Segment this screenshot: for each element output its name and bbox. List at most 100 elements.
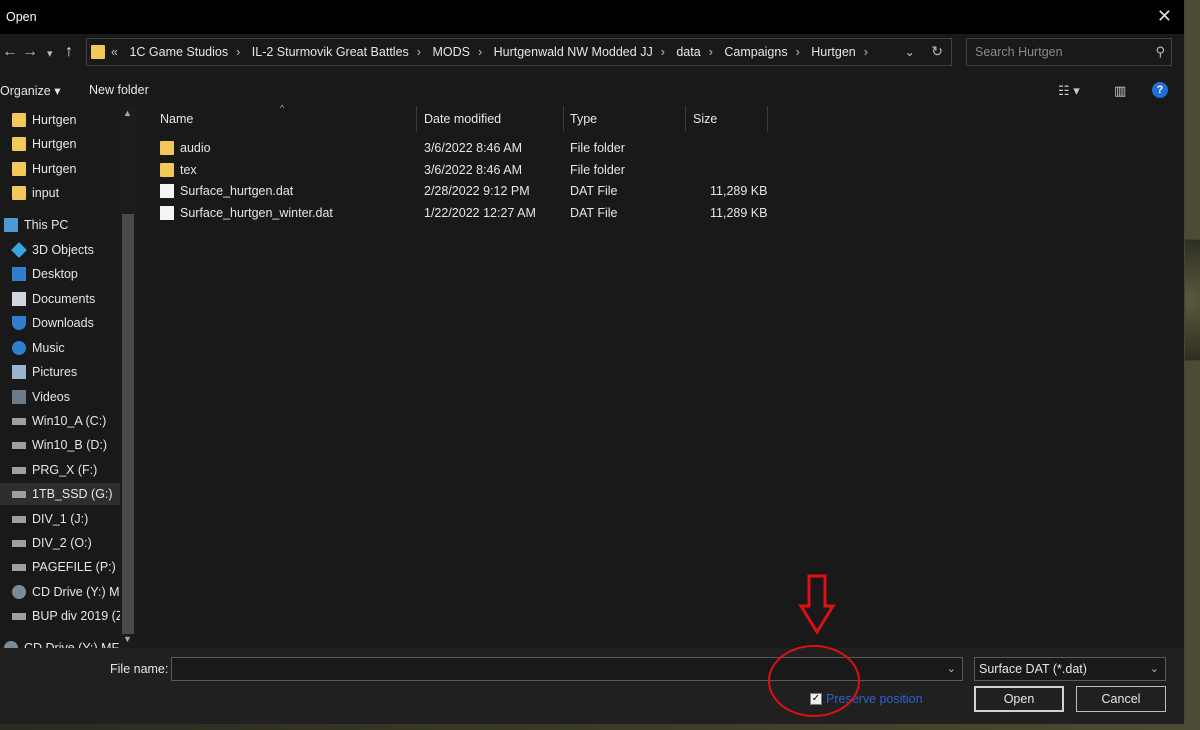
- breadcrumb-sep-icon[interactable]: ›: [709, 45, 713, 59]
- file-row[interactable]: tex 3/6/2022 8:46 AM File folder: [152, 160, 772, 181]
- nav-item[interactable]: Videos: [0, 386, 120, 408]
- nav-item[interactable]: CD Drive (Y:) MFS: [0, 637, 127, 648]
- nav-item[interactable]: 3D Objects: [0, 239, 120, 261]
- nav-item[interactable]: Hurtgen: [0, 109, 120, 131]
- search-input[interactable]: [973, 44, 1147, 60]
- file-row[interactable]: Surface_hurtgen.dat 2/28/2022 9:12 PM DAT …: [152, 181, 772, 202]
- bottom-bar: File name: ⌄ Surface DAT (*.dat) ⌄ ✓ Pre…: [0, 648, 1184, 724]
- breadcrumb-sep-icon[interactable]: ›: [478, 45, 482, 59]
- nav-item[interactable]: Hurtgen: [0, 158, 120, 180]
- nav-item-label: CD Drive (Y:) MF: [32, 585, 128, 599]
- file-name: Surface_hurtgen.dat: [180, 184, 294, 198]
- breadcrumb-item[interactable]: Hurtgen: [811, 45, 855, 59]
- nav-item[interactable]: PRG_X (F:): [0, 459, 120, 481]
- preview-pane-icon[interactable]: ▥: [1114, 83, 1126, 99]
- breadcrumb-sep-icon[interactable]: ›: [864, 45, 868, 59]
- nav-item[interactable]: Documents: [0, 288, 120, 310]
- title-bar: Open ✕: [0, 0, 1184, 34]
- view-options-icon[interactable]: ☷ ▾: [1058, 83, 1080, 99]
- nav-scrollbar[interactable]: ▲ ▼: [120, 106, 136, 648]
- breadcrumb-item[interactable]: 1C Game Studios: [129, 45, 228, 59]
- nav-item-label: Desktop: [32, 267, 78, 281]
- file-type: DAT File: [570, 205, 618, 220]
- folder-icon: [160, 141, 174, 155]
- nav-item[interactable]: BUP div 2019 (Z:: [0, 605, 127, 627]
- breadcrumb-sep-icon[interactable]: ›: [661, 45, 665, 59]
- window-title: Open: [6, 10, 37, 24]
- music-icon: [12, 341, 26, 355]
- nav-item[interactable]: Desktop: [0, 263, 120, 285]
- column-divider[interactable]: [767, 106, 768, 132]
- chevron-down-icon[interactable]: ⌄: [1150, 662, 1159, 675]
- nav-item[interactable]: Downloads: [0, 312, 120, 334]
- docs-icon: [12, 292, 26, 306]
- folder-icon: [12, 137, 26, 151]
- file-row[interactable]: audio 3/6/2022 8:46 AM File folder: [152, 138, 772, 159]
- navigation-pane: Hurtgen Hurtgen Hurtgen input This PC 3D Obje…: [0, 106, 138, 648]
- file-name: Surface_hurtgen_winter.dat: [180, 205, 333, 220]
- open-dialog: Open ✕ ← → ▾ ↑ « 1C Game Studios › IL-2 S…: [0, 0, 1185, 724]
- refresh-icon[interactable]: ↻: [931, 43, 943, 60]
- nav-item[interactable]: Win10_A (C:): [0, 410, 120, 432]
- help-icon[interactable]: ?: [1152, 82, 1168, 98]
- file-type-select[interactable]: Surface DAT (*.dat) ⌄: [974, 657, 1166, 681]
- up-arrow-icon[interactable]: ↑: [65, 43, 73, 61]
- recent-dropdown-icon[interactable]: ▾: [47, 47, 53, 60]
- nav-item-label: DIV_1 (J:): [32, 512, 89, 526]
- open-button[interactable]: Open: [974, 686, 1064, 712]
- nav-item[interactable]: CD Drive (Y:) MF: [0, 581, 127, 603]
- file-row[interactable]: Surface_hurtgen_winter.dat 1/22/2022 12:2…: [152, 203, 772, 224]
- file-date: 2/28/2022 9:12 PM: [424, 184, 530, 198]
- column-header-date[interactable]: Date modified: [416, 106, 562, 132]
- file-date: 3/6/2022 8:46 AM: [424, 141, 522, 155]
- cancel-button[interactable]: Cancel: [1076, 686, 1166, 712]
- column-header-size[interactable]: Size: [685, 106, 767, 132]
- nav-item-label: 3D Objects: [32, 243, 94, 257]
- nav-item-label: Hurtgen: [32, 113, 77, 127]
- drive-icon: [12, 491, 26, 498]
- breadcrumb-sep-icon[interactable]: ›: [236, 45, 240, 59]
- breadcrumb-item[interactable]: Campaigns: [724, 45, 787, 59]
- cube-icon: [11, 242, 27, 258]
- file-type: File folder: [570, 141, 625, 155]
- close-icon[interactable]: ✕: [1157, 6, 1172, 27]
- breadcrumb-sep-icon[interactable]: ›: [417, 45, 421, 59]
- column-header-label: Size: [693, 112, 718, 126]
- scroll-thumb[interactable]: [122, 214, 134, 634]
- column-header-name[interactable]: Name ^: [152, 103, 416, 132]
- breadcrumb-item[interactable]: MODS: [432, 45, 470, 59]
- red-arrow-annotation: [798, 574, 836, 635]
- back-arrow-icon[interactable]: ←: [2, 43, 18, 61]
- breadcrumb-item[interactable]: data: [676, 45, 700, 59]
- videos-icon: [12, 390, 26, 404]
- scroll-down-icon[interactable]: ▼: [123, 634, 132, 644]
- address-bar[interactable]: « 1C Game Studios › IL-2 Sturmovik Great …: [86, 38, 952, 66]
- nav-item-label: Downloads: [32, 316, 94, 330]
- nav-item[interactable]: DIV_2 (O:): [0, 532, 120, 554]
- scroll-up-icon[interactable]: ▲: [123, 108, 132, 118]
- column-header-type[interactable]: Type: [563, 106, 685, 132]
- desktop-icon: [12, 267, 26, 281]
- forward-arrow-icon[interactable]: →: [22, 43, 38, 61]
- breadcrumb-item[interactable]: Hurtgenwald NW Modded JJ: [494, 45, 653, 59]
- breadcrumb-item[interactable]: IL-2 Sturmovik Great Battles: [252, 45, 409, 59]
- search-box[interactable]: ⚲: [966, 38, 1172, 66]
- nav-item[interactable]: DIV_1 (J:): [0, 508, 120, 530]
- breadcrumb-overflow-icon[interactable]: «: [111, 45, 118, 59]
- nav-item[interactable]: input: [0, 182, 120, 204]
- search-icon[interactable]: ⚲: [1155, 44, 1165, 60]
- chevron-down-icon[interactable]: ⌄: [947, 662, 956, 675]
- nav-item[interactable]: Pictures: [0, 361, 120, 383]
- nav-item[interactable]: 1TB_SSD (G:): [0, 483, 120, 505]
- breadcrumb-sep-icon[interactable]: ›: [796, 45, 800, 59]
- nav-item[interactable]: This PC: [0, 214, 120, 236]
- nav-item[interactable]: Win10_B (D:): [0, 434, 120, 456]
- drive-icon: [12, 418, 26, 425]
- nav-item[interactable]: Music: [0, 337, 120, 359]
- file-date: 1/22/2022 12:27 AM: [424, 205, 536, 220]
- nav-item[interactable]: Hurtgen: [0, 133, 120, 155]
- organize-button[interactable]: Organize ▾: [0, 83, 60, 98]
- address-dropdown-icon[interactable]: ⌄: [905, 44, 915, 59]
- nav-item[interactable]: PAGEFILE (P:): [0, 556, 120, 578]
- new-folder-button[interactable]: New folder: [89, 83, 149, 97]
